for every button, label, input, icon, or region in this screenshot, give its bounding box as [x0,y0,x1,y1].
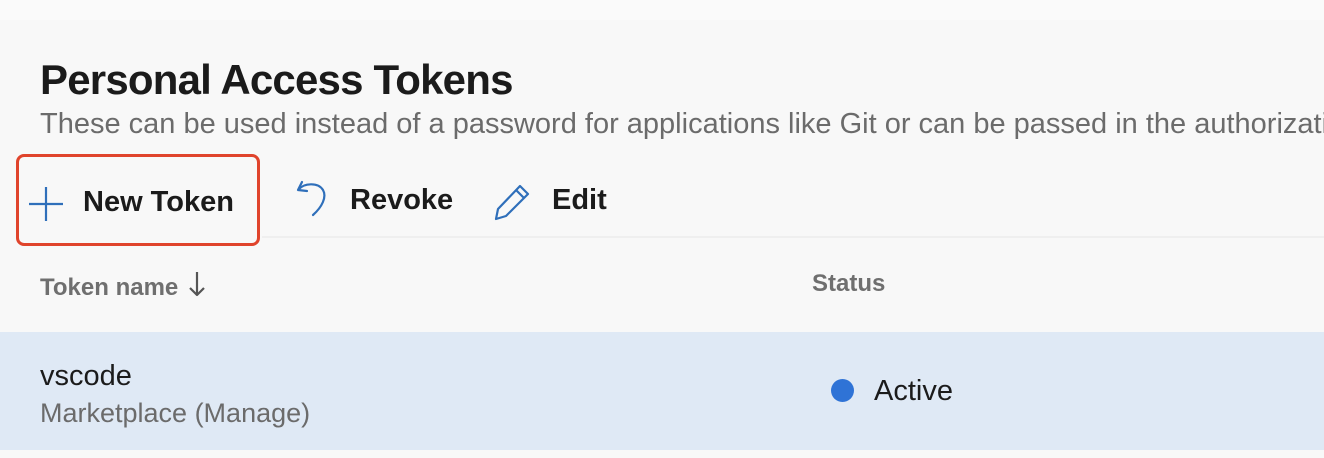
page-description: These can be used instead of a password … [40,108,1324,140]
edit-label: Edit [552,184,607,216]
toolbar-divider [262,236,1324,238]
arrow-down-icon [188,270,206,305]
token-scope: Marketplace (Manage) [40,398,311,428]
column-header-token-name[interactable]: Token name [40,270,206,305]
pencil-icon [492,182,532,222]
pat-page: Personal Access Tokens These can be used… [0,0,1324,458]
edit-button[interactable]: Edit [492,150,622,238]
column-header-status[interactable]: Status [812,270,885,298]
revoke-button[interactable]: Revoke [292,150,462,238]
new-token-button[interactable]: New Token [16,154,260,246]
page-title: Personal Access Tokens [40,56,513,103]
column-header-token-name-label: Token name [40,273,179,301]
top-strip [0,0,1324,20]
new-token-label: New Token [83,186,234,218]
token-name: vscode [40,360,132,392]
token-status: Active [874,375,953,407]
revoke-label: Revoke [350,184,454,216]
table-row[interactable]: vscode Marketplace (Manage) Active [0,332,1324,450]
toolbar: New Token Revoke Edit [0,150,1324,246]
status-dot-icon [831,379,854,402]
bottom-strip [0,450,1324,458]
undo-icon [294,178,330,218]
plus-icon [27,185,65,223]
